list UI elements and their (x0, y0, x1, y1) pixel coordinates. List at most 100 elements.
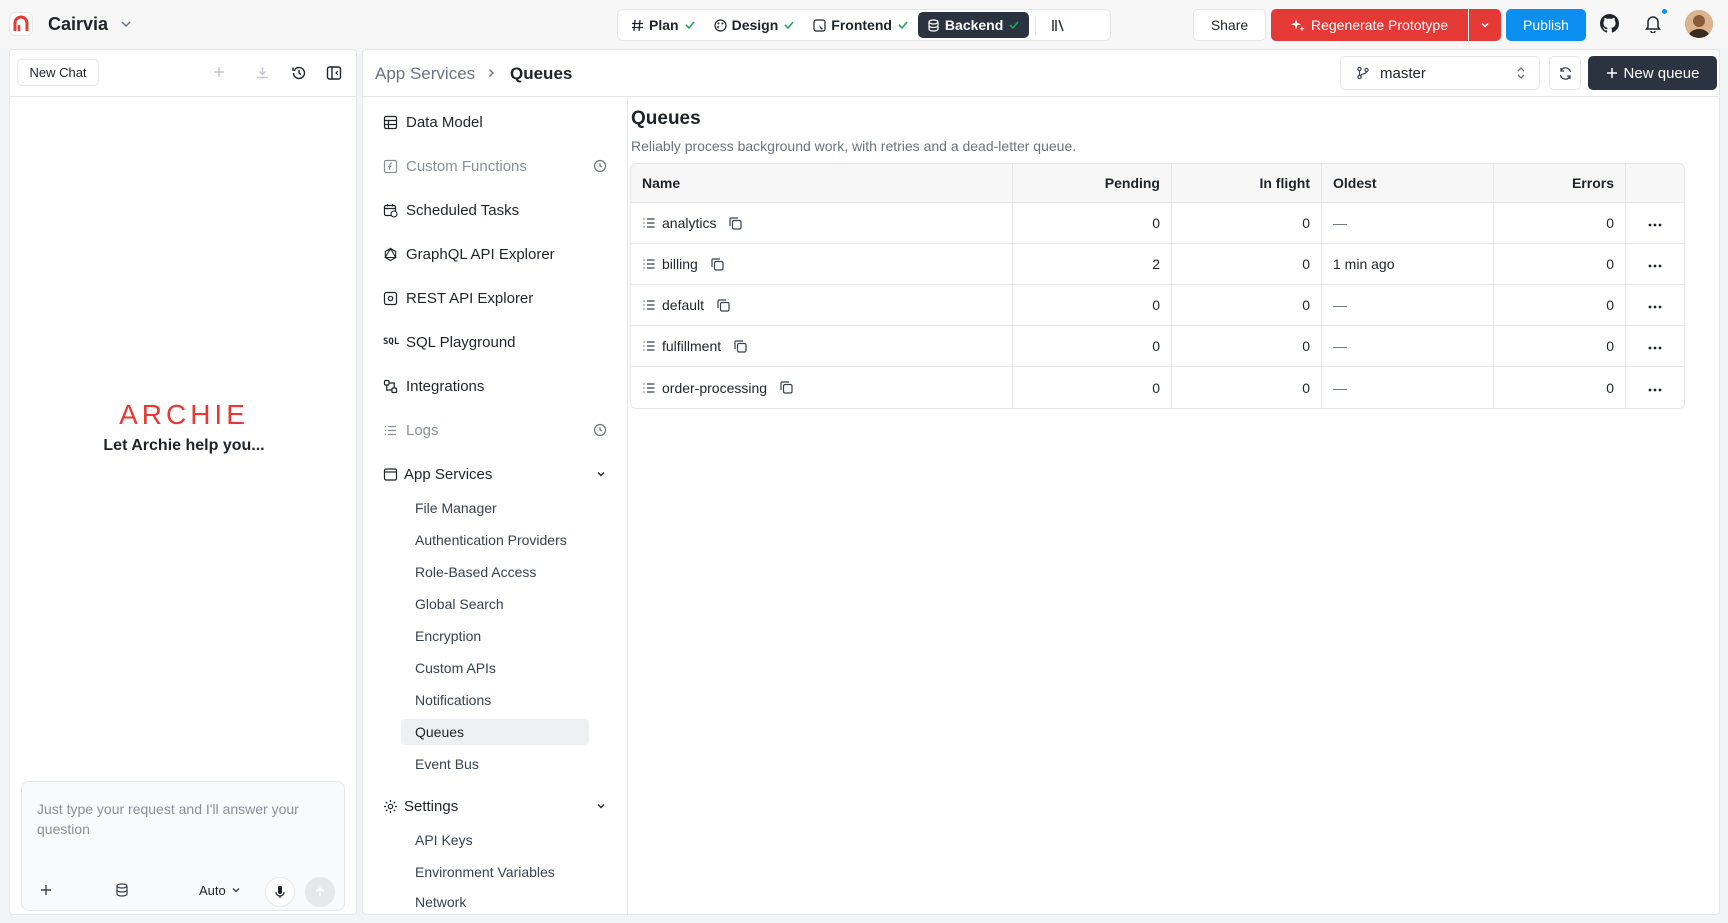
nav-label: Data Model (406, 113, 483, 131)
nav-item-data-model[interactable]: Data Model (383, 110, 483, 134)
more-horizontal-icon[interactable] (1647, 222, 1663, 228)
sidebar-toggle-icon[interactable] (326, 65, 342, 81)
errors-cell: 0 (1494, 203, 1626, 244)
column-header-errors[interactable]: Errors (1494, 164, 1626, 203)
table-row[interactable]: fulfillment 0 0 — 0 (631, 326, 1684, 367)
nav-item-global-search[interactable]: Global Search (401, 591, 589, 617)
plus-icon[interactable] (212, 65, 226, 79)
in-flight-cell: 0 (1172, 244, 1322, 285)
new-queue-button[interactable]: New queue (1588, 56, 1717, 90)
page-subtitle: Reliably process background work, with r… (631, 138, 1077, 154)
page-title: Queues (631, 108, 701, 129)
chevron-down-icon (1479, 19, 1491, 31)
chat-input[interactable]: Just type your request and I'll answer y… (21, 781, 345, 911)
chevron-down-icon[interactable] (119, 17, 133, 31)
chat-header: New Chat (10, 50, 356, 97)
nav-item-authentication-providers[interactable]: Authentication Providers (401, 527, 589, 553)
nav-item-logs[interactable]: Logs (383, 418, 439, 442)
publish-button[interactable]: Publish (1506, 9, 1586, 41)
refresh-button[interactable] (1549, 56, 1581, 90)
table-row[interactable]: billing 2 0 1 min ago 0 (631, 244, 1684, 285)
queue-name: order-processing (662, 379, 768, 396)
more-horizontal-icon[interactable] (1647, 263, 1663, 269)
oldest-cell: — (1322, 326, 1494, 367)
nav-item-custom-functions[interactable]: Custom Functions (383, 154, 527, 178)
nav-label: SQL Playground (406, 333, 516, 351)
app-logo-icon[interactable] (9, 12, 33, 36)
share-button[interactable]: Share (1193, 9, 1266, 41)
attach-plus-icon[interactable] (39, 883, 53, 897)
regenerate-prototype-button[interactable]: Regenerate Prototype (1271, 9, 1468, 41)
hash-icon (631, 19, 644, 32)
function-icon (383, 159, 398, 174)
copy-icon[interactable] (733, 339, 748, 354)
clock-icon (593, 159, 607, 173)
arrow-up-icon (314, 886, 326, 898)
new-queue-label: New queue (1623, 64, 1700, 82)
more-horizontal-icon[interactable] (1647, 304, 1663, 310)
table-row[interactable]: analytics 0 0 — 0 (631, 203, 1684, 244)
breadcrumb-parent[interactable]: App Services (375, 64, 475, 84)
chevron-updown-icon (1515, 66, 1527, 80)
nav-item-sql-playground[interactable]: SQL SQL Playground (383, 330, 516, 354)
copy-icon[interactable] (779, 380, 794, 395)
tab-plan[interactable]: Plan (622, 12, 705, 38)
avatar[interactable] (1685, 10, 1713, 38)
nav-item-rest-api[interactable]: REST API Explorer (383, 286, 533, 310)
nav-item-event-bus[interactable]: Event Bus (401, 751, 589, 777)
nav-item-queues[interactable]: Queues (401, 719, 589, 745)
mode-select[interactable]: Auto (199, 877, 242, 903)
tab-backend[interactable]: Backend (917, 12, 1030, 38)
nav-item-encryption[interactable]: Encryption (401, 623, 589, 649)
table-header-row: Name Pending In flight Oldest Errors (631, 164, 1684, 203)
nav-item-api-keys[interactable]: API Keys (401, 827, 589, 853)
nav-item-role-based-access[interactable]: Role-Based Access (401, 559, 589, 585)
library-button[interactable] (1042, 12, 1075, 38)
nav-item-network[interactable]: Network (401, 889, 589, 914)
nav-item-environment-variables[interactable]: Environment Variables (401, 859, 589, 885)
more-horizontal-icon[interactable] (1647, 387, 1663, 393)
new-chat-button[interactable]: New Chat (17, 59, 99, 86)
nav-group-app-services[interactable]: App Services (383, 462, 607, 486)
table-row[interactable]: order-processing 0 0 — 0 (631, 367, 1684, 408)
nav-item-notifications[interactable]: Notifications (401, 687, 589, 713)
check-icon (1008, 19, 1020, 31)
nav-item-custom-apis[interactable]: Custom APIs (401, 655, 589, 681)
bell-icon[interactable] (1644, 14, 1662, 33)
oldest-cell: — (1322, 285, 1494, 326)
database-icon[interactable] (115, 883, 129, 897)
github-icon[interactable] (1600, 14, 1619, 33)
chevron-down-icon (230, 884, 242, 896)
column-header-in-flight[interactable]: In flight (1172, 164, 1322, 203)
backend-nav: Data Model Custom Functions Scheduled Ta… (363, 98, 628, 914)
more-horizontal-icon[interactable] (1647, 345, 1663, 351)
errors-cell: 0 (1494, 367, 1626, 408)
check-icon (684, 19, 696, 31)
copy-icon[interactable] (716, 298, 731, 313)
nav-item-graphql[interactable]: GraphQL API Explorer (383, 242, 555, 266)
column-header-oldest[interactable]: Oldest (1322, 164, 1494, 203)
history-icon[interactable] (291, 65, 307, 81)
nav-item-integrations[interactable]: Integrations (383, 374, 484, 398)
gear-icon (383, 799, 398, 814)
download-icon[interactable] (255, 65, 270, 80)
column-header-pending[interactable]: Pending (1013, 164, 1172, 203)
column-header-name[interactable]: Name (631, 164, 1013, 203)
branch-select[interactable]: master (1340, 56, 1540, 90)
tab-label: Design (731, 17, 779, 33)
table-row[interactable]: default 0 0 — 0 (631, 285, 1684, 326)
database-icon (927, 18, 940, 32)
send-button[interactable] (305, 877, 335, 907)
sparkle-icon (1291, 18, 1305, 32)
copy-icon[interactable] (710, 257, 725, 272)
microphone-button[interactable] (265, 877, 295, 907)
app-name[interactable]: Cairvia (48, 14, 108, 35)
tab-frontend[interactable]: Frontend (804, 12, 918, 38)
nav-item-scheduled-tasks[interactable]: Scheduled Tasks (383, 198, 519, 222)
row-actions-cell (1626, 285, 1684, 326)
regenerate-options-button[interactable] (1469, 9, 1501, 41)
nav-group-settings[interactable]: Settings (383, 794, 607, 818)
copy-icon[interactable] (728, 216, 743, 231)
tab-design[interactable]: Design (705, 12, 805, 38)
nav-item-file-manager[interactable]: File Manager (401, 495, 589, 521)
